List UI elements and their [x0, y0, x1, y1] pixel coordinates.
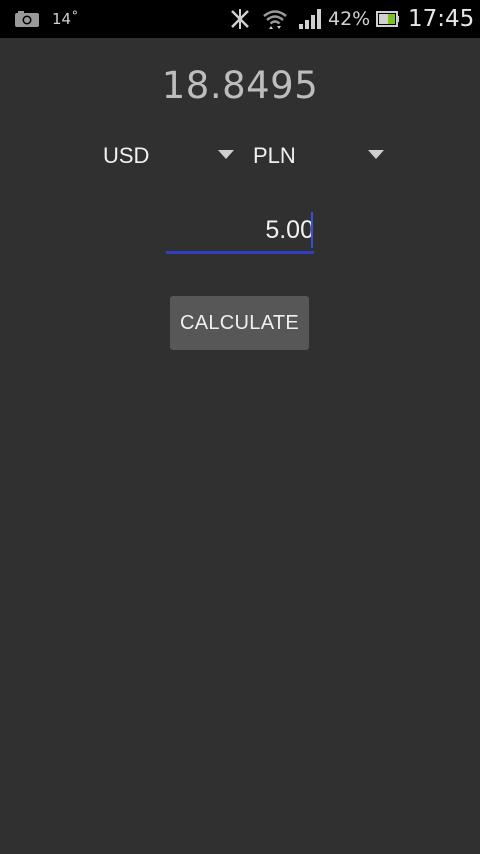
battery-icon: [376, 0, 400, 38]
clock-time: 17:45: [408, 6, 475, 32]
wifi-icon: [262, 0, 288, 38]
battery-percent: 42%: [328, 8, 371, 30]
temperature-text: 14˚: [52, 10, 79, 28]
from-currency-label: USD: [103, 143, 150, 168]
calculate-button[interactable]: CALCULATE: [170, 296, 309, 350]
to-currency-label: PLN: [253, 143, 296, 168]
signal-icon: [298, 0, 322, 38]
no-signal-icon: [228, 0, 252, 38]
amount-underline: [166, 251, 314, 254]
conversion-result: 18.8495: [161, 64, 319, 107]
app-screen: 14˚ 42% 17:45 18.8495 USD PLN 5.00 CALCU…: [0, 0, 480, 854]
camera-icon: [14, 0, 40, 38]
amount-field: [166, 208, 314, 254]
dropdown-arrow-icon: [218, 150, 234, 159]
text-cursor: [311, 212, 313, 248]
to-currency-spinner[interactable]: PLN: [246, 136, 388, 176]
amount-input[interactable]: [166, 212, 314, 248]
dropdown-arrow-icon: [368, 150, 384, 159]
from-currency-spinner[interactable]: USD: [96, 136, 238, 176]
status-bar: 14˚ 42% 17:45: [0, 0, 480, 38]
